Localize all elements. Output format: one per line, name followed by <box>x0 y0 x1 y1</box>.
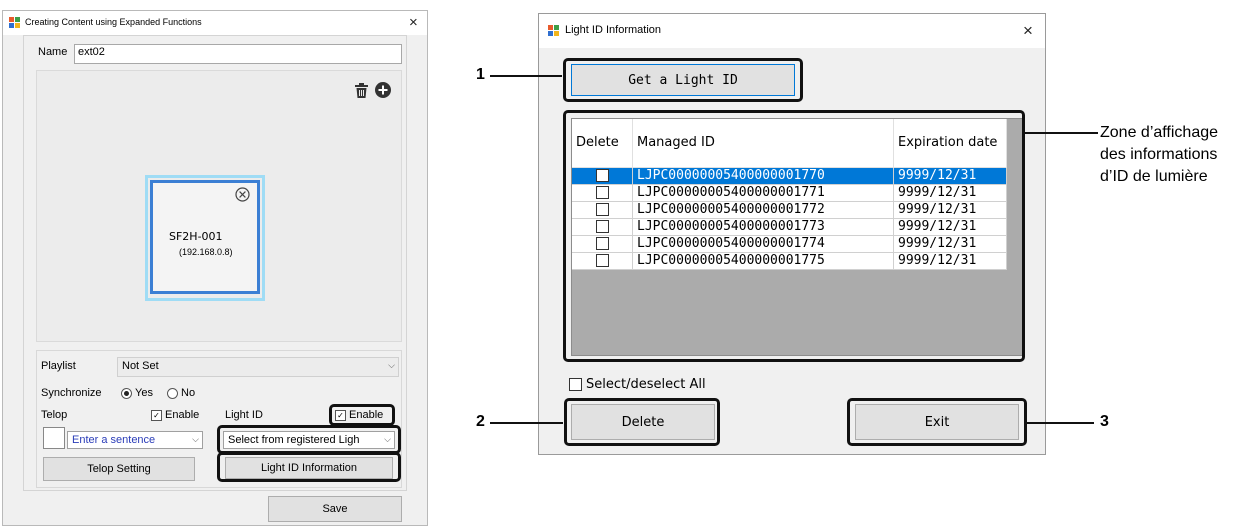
window-title: Light ID Information <box>565 24 661 36</box>
title-bar: Light ID Information × <box>539 14 1045 48</box>
app-icon <box>548 25 560 36</box>
synchronize-label: Synchronize <box>41 387 102 399</box>
device-ip: (192.168.0.8) <box>179 247 233 257</box>
trash-icon[interactable] <box>355 83 368 103</box>
sync-yes-radio[interactable]: Yes <box>121 387 153 399</box>
content-panel: Name ext02 SF2H-001 (192.168.0.8) Playli… <box>23 35 407 522</box>
telop-color-swatch[interactable] <box>43 427 65 449</box>
select-all-label: Select/deselect All <box>586 377 706 392</box>
sync-no-radio[interactable]: No <box>167 387 195 399</box>
telop-input[interactable]: Enter a sentence ⌵ <box>67 431 203 449</box>
zone-annotation: Zone d’affichage des informations d’ID d… <box>1100 122 1218 188</box>
light-id-label: Light ID <box>225 409 263 421</box>
telop-placeholder: Enter a sentence <box>72 434 156 446</box>
playlist-value: Not Set <box>122 360 159 372</box>
device-frame: SF2H-001 (192.168.0.8) <box>150 180 260 294</box>
checkbox-icon <box>569 378 582 392</box>
remove-circle-icon[interactable] <box>235 187 250 207</box>
device-canvas: SF2H-001 (192.168.0.8) <box>36 70 402 342</box>
close-icon[interactable]: × <box>1023 21 1033 41</box>
title-bar: Creating Content using Expanded Function… <box>3 11 427 35</box>
playlist-select[interactable]: Not Set ⌵ <box>117 357 399 377</box>
settings-group: Playlist Not Set ⌵ Synchronize Yes No Te… <box>36 350 402 488</box>
callout-enable <box>329 404 395 426</box>
radio-icon <box>121 387 132 399</box>
zone-annotation-line: des informations <box>1100 146 1218 163</box>
checkbox-icon: ✓ <box>151 409 162 421</box>
annotation-number-3: 3 <box>1100 413 1109 430</box>
leader-line-zone <box>1024 132 1098 134</box>
save-button[interactable]: Save <box>268 496 402 522</box>
device-name: SF2H-001 <box>169 230 223 243</box>
content-editor-window: Creating Content using Expanded Function… <box>2 10 428 526</box>
callout-zone <box>563 110 1025 362</box>
annotation-number-2: 2 <box>476 413 485 430</box>
zone-annotation-line: d’ID de lumière <box>1100 168 1208 185</box>
add-circle-icon[interactable] <box>375 82 391 103</box>
window-title: Creating Content using Expanded Function… <box>25 17 202 27</box>
telop-enable-checkbox[interactable]: ✓ Enable <box>151 409 199 421</box>
annotation-number-1: 1 <box>476 66 485 83</box>
telop-setting-button[interactable]: Telop Setting <box>43 457 195 481</box>
sync-yes-label: Yes <box>135 387 153 399</box>
device-tile[interactable]: SF2H-001 (192.168.0.8) <box>145 175 265 301</box>
radio-icon <box>167 387 178 399</box>
callout-2 <box>564 398 720 446</box>
telop-label: Telop <box>41 409 68 421</box>
playlist-label: Playlist <box>41 360 76 372</box>
callout-select <box>217 425 401 454</box>
callout-3 <box>847 398 1027 446</box>
zone-annotation-line: Zone d’affichage <box>1100 124 1219 141</box>
telop-enable-label: Enable <box>165 409 200 421</box>
name-input[interactable]: ext02 <box>74 44 402 64</box>
callout-1 <box>563 58 803 102</box>
callout-info-button <box>217 452 401 482</box>
leader-line-3 <box>1026 422 1094 424</box>
select-all-checkbox[interactable]: Select/deselect All <box>569 376 706 392</box>
leader-line-2 <box>490 422 563 424</box>
name-label: Name <box>38 46 68 58</box>
chevron-down-icon: ⌵ <box>192 434 199 444</box>
light-id-window: Light ID Information × Get a Light ID De… <box>538 13 1046 455</box>
chevron-down-icon: ⌵ <box>388 360 395 370</box>
close-icon[interactable]: × <box>409 14 418 31</box>
app-icon <box>9 17 21 28</box>
sync-no-label: No <box>181 387 196 399</box>
leader-line-1 <box>490 75 562 77</box>
